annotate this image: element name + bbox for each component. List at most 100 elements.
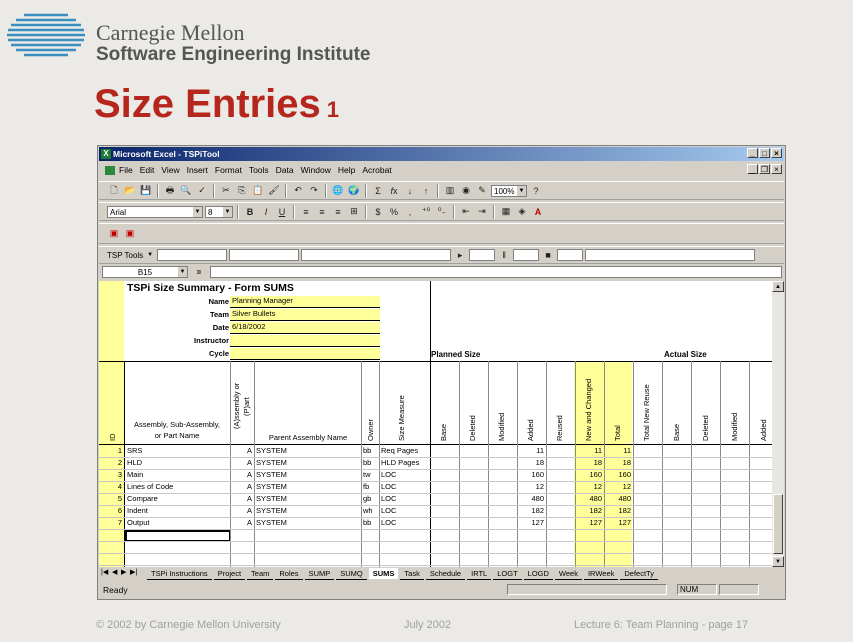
sheet-tab[interactable]: SUMQ [336,568,367,580]
row-new-changed-cell[interactable]: 182 [575,505,604,517]
italic-icon[interactable]: I [259,205,273,219]
row-id-cell[interactable]: 3 [99,469,124,481]
row-owner-cell[interactable]: bb [361,457,379,469]
print-icon[interactable]: 🖶 [163,184,177,198]
increase-indent-icon[interactable]: ⇥ [475,205,489,219]
row-measure-cell[interactable]: HLD Pages [379,457,430,469]
align-left-icon[interactable]: ≡ [299,205,313,219]
menu-view[interactable]: View [161,165,179,175]
row-new-changed-cell[interactable]: 11 [575,445,604,457]
spreadsheet-grid[interactable]: TSPi Size Summary - Form SUMS Name Plann… [99,281,772,567]
row-id-cell[interactable]: 4 [99,481,124,493]
currency-icon[interactable]: $ [371,205,385,219]
row-id-cell[interactable]: 2 [99,457,124,469]
drawing-icon[interactable]: ✎ [475,184,489,198]
row-new-changed-cell[interactable]: 160 [575,469,604,481]
row-measure-cell[interactable]: LOC [379,493,430,505]
hyperlink-icon[interactable]: 🌐 [331,184,345,198]
sort-descending-icon[interactable]: ↑ [419,184,433,198]
menu-window[interactable]: Window [301,165,331,175]
row-parent-cell[interactable]: SYSTEM [254,457,361,469]
new-icon[interactable]: 🗋 [107,184,121,198]
zoom-select[interactable]: 100% ▼ [491,184,527,197]
row-id-cell[interactable]: 5 [99,493,124,505]
tab-prev-icon[interactable]: ◀ [112,568,117,576]
tsp-field-3[interactable] [301,249,452,261]
map-icon[interactable]: ◉ [459,184,473,198]
row-ap-cell[interactable]: A [230,493,254,505]
merge-center-icon[interactable]: ⊞ [347,205,361,219]
sort-ascending-icon[interactable]: ↓ [403,184,417,198]
row-owner-cell[interactable]: tw [361,469,379,481]
row-parent-cell[interactable]: SYSTEM [254,517,361,529]
window-titlebar[interactable]: X Microsoft Excel - TSPiTool _ □ × [99,147,784,161]
value-cycle[interactable] [230,348,380,360]
row-parent-cell[interactable]: SYSTEM [254,505,361,517]
row-added-cell[interactable]: 11 [517,445,546,457]
paste-icon[interactable]: 📋 [251,184,265,198]
copy-icon[interactable]: ⎘ [235,184,249,198]
row-name-cell[interactable]: HLD [125,457,230,469]
workbook-icon[interactable] [105,166,115,175]
menu-file[interactable]: File [119,165,133,175]
row-total-cell[interactable]: 127 [604,517,633,529]
print-preview-icon[interactable]: 🔍 [179,184,193,198]
sheet-tab[interactable]: IRWeek [583,568,619,580]
tsp-stop-icon[interactable]: ■ [541,248,555,262]
autosum-icon[interactable]: Σ [371,184,385,198]
tsp-field-4[interactable] [469,249,496,261]
row-added-cell[interactable]: 480 [517,493,546,505]
row-new-changed-cell[interactable]: 480 [575,493,604,505]
chart-wizard-icon[interactable]: ▥ [443,184,457,198]
decrease-decimal-icon[interactable]: ⁰₋ [435,205,449,219]
font-color-icon[interactable]: A [531,205,545,219]
fill-color-icon[interactable]: ◈ [515,205,529,219]
close-button[interactable]: × [771,148,782,158]
sheet-tab[interactable]: Schedule [425,568,466,580]
sheet-tab[interactable]: SUMP [304,568,335,580]
row-name-cell[interactable]: SRS [125,445,230,457]
save-icon[interactable]: 💾 [139,184,153,198]
row-measure-cell[interactable]: LOC [379,517,430,529]
underline-icon[interactable]: U [275,205,289,219]
function-icon[interactable]: fx [387,184,401,198]
borders-icon[interactable]: ▦ [499,205,513,219]
sheet-tab[interactable]: Week [554,568,582,580]
value-team[interactable]: Silver Bullets [230,309,380,321]
menu-acrobat[interactable]: Acrobat [362,165,391,175]
sheet-tab[interactable]: TSPi Instructions [147,568,212,580]
cut-icon[interactable]: ✂ [219,184,233,198]
row-added-cell[interactable]: 160 [517,469,546,481]
row-parent-cell[interactable]: SYSTEM [254,469,361,481]
row-owner-cell[interactable]: bb [361,517,379,529]
tsp-field-6[interactable] [557,249,584,261]
font-name-select[interactable]: Arial ▼ [107,205,203,218]
sheet-tab[interactable]: Roles [275,568,303,580]
row-measure-cell[interactable]: LOC [379,469,430,481]
menu-tools[interactable]: Tools [249,165,269,175]
row-ap-cell[interactable]: A [230,445,254,457]
spelling-icon[interactable]: ✓ [195,184,209,198]
row-added-cell[interactable]: 182 [517,505,546,517]
value-date[interactable]: 6/18/2002 [230,322,380,334]
row-new-changed-cell[interactable]: 12 [575,481,604,493]
scroll-thumb[interactable] [773,494,783,554]
tsp-field-5[interactable] [513,249,540,261]
menu-insert[interactable]: Insert [187,165,208,175]
row-name-cell[interactable]: Main [125,469,230,481]
formula-equals-icon[interactable]: = [192,268,206,277]
align-center-icon[interactable]: ≡ [315,205,329,219]
row-added-cell[interactable]: 12 [517,481,546,493]
row-new-changed-cell[interactable]: 127 [575,517,604,529]
formula-input[interactable] [210,266,782,278]
vertical-scrollbar[interactable]: ▲ ▼ [772,281,784,567]
tsp-field-7[interactable] [585,249,756,261]
bold-icon[interactable]: B [243,205,257,219]
name-box[interactable]: B15 ▼ [102,266,188,278]
row-owner-cell[interactable]: gb [361,493,379,505]
row-owner-cell[interactable]: wh [361,505,379,517]
value-name[interactable]: Planning Manager [230,296,380,308]
row-total-cell[interactable]: 160 [604,469,633,481]
row-added-cell[interactable]: 127 [517,517,546,529]
pdf-convert-icon[interactable]: ▣ [107,227,121,241]
